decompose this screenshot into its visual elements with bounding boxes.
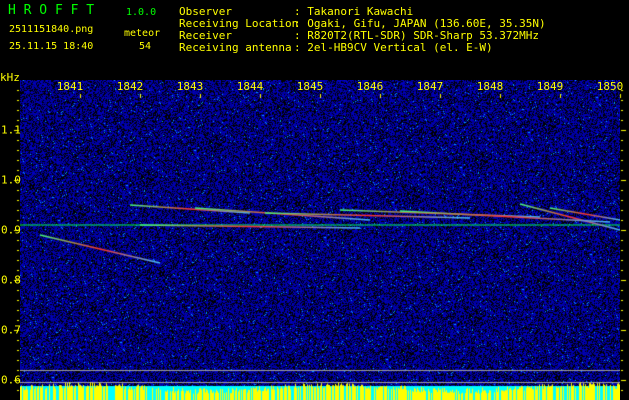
x-tick-label: 1849 (536, 80, 564, 93)
app-version: 1.0.0 (126, 7, 157, 18)
x-tick-label: 1841 (56, 80, 84, 93)
y-tick-label: 1.0 (1, 173, 21, 187)
spectrogram (20, 80, 620, 400)
y-tick-label: 1.1 (1, 123, 21, 137)
x-tick-label: 1850 (596, 80, 624, 93)
y-tick-label: 0.6 (1, 373, 21, 387)
app-logo: H R O F F T (8, 3, 95, 18)
x-tick-label: 1847 (416, 80, 444, 93)
filename: 2511151840.png (9, 24, 94, 35)
datetime: 25.11.15 18:40 (9, 41, 94, 52)
x-tick-label: 1843 (176, 80, 204, 93)
spectrogram-canvas (20, 80, 620, 400)
x-tick-label: 1845 (296, 80, 324, 93)
meteor-label: meteor (124, 28, 161, 39)
y-axis-label: kHz (0, 71, 20, 84)
meteor-count: 54 (139, 41, 152, 52)
info-label: Receiving antenna (179, 41, 292, 54)
y-tick-label: 0.7 (1, 323, 21, 337)
x-tick-label: 1844 (236, 80, 264, 93)
y-tick-label: 0.9 (1, 223, 21, 237)
x-tick-label: 1848 (476, 80, 504, 93)
y-tick-label: 0.8 (1, 273, 21, 287)
info-value: : 2el-HB9CV Vertical (el. E-W) (294, 41, 493, 54)
x-tick-label: 1842 (116, 80, 144, 93)
x-tick-label: 1846 (356, 80, 384, 93)
